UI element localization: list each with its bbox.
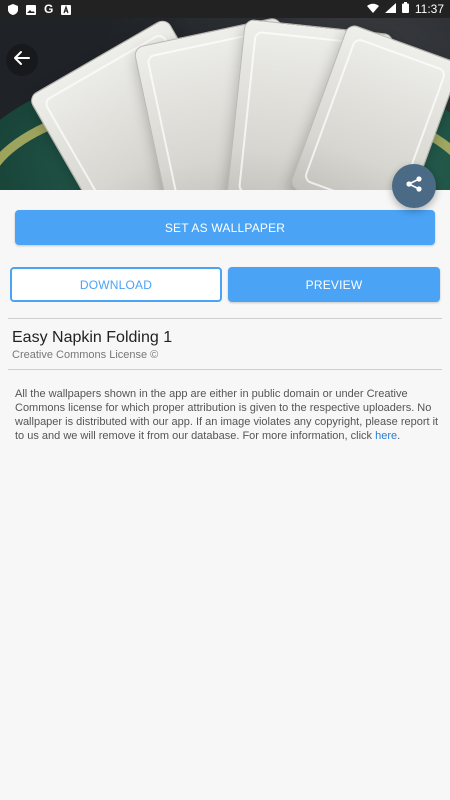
divider <box>8 318 442 319</box>
status-right-icons: 11:37 <box>366 2 444 16</box>
status-time: 11:37 <box>414 2 444 16</box>
more-info-link[interactable]: here <box>375 430 397 442</box>
status-bar: G 11:37 <box>0 0 450 18</box>
share-button[interactable] <box>392 164 436 208</box>
image-icon <box>26 4 36 15</box>
license-text: Creative Commons License © <box>12 349 159 361</box>
preview-button[interactable]: PREVIEW <box>228 267 440 302</box>
divider <box>8 369 442 370</box>
back-arrow-icon <box>12 48 32 73</box>
wallpaper-title: Easy Napkin Folding 1 <box>12 329 173 346</box>
google-icon: G <box>44 2 54 16</box>
shield-icon <box>8 4 18 15</box>
font-a-icon <box>61 4 72 15</box>
download-button[interactable]: DOWNLOAD <box>10 267 222 302</box>
battery-icon <box>401 2 409 16</box>
wifi-icon <box>366 2 379 16</box>
back-button[interactable] <box>6 44 38 76</box>
disclaimer-text: All the wallpapers shown in the app are … <box>15 387 440 443</box>
share-icon <box>405 175 423 198</box>
set-wallpaper-button[interactable]: SET AS WALLPAPER <box>15 210 435 245</box>
wallpaper-image[interactable] <box>0 18 450 190</box>
signal-icon <box>384 2 396 16</box>
status-left-icons: G <box>8 2 72 16</box>
disclaimer-end: . <box>397 430 401 442</box>
